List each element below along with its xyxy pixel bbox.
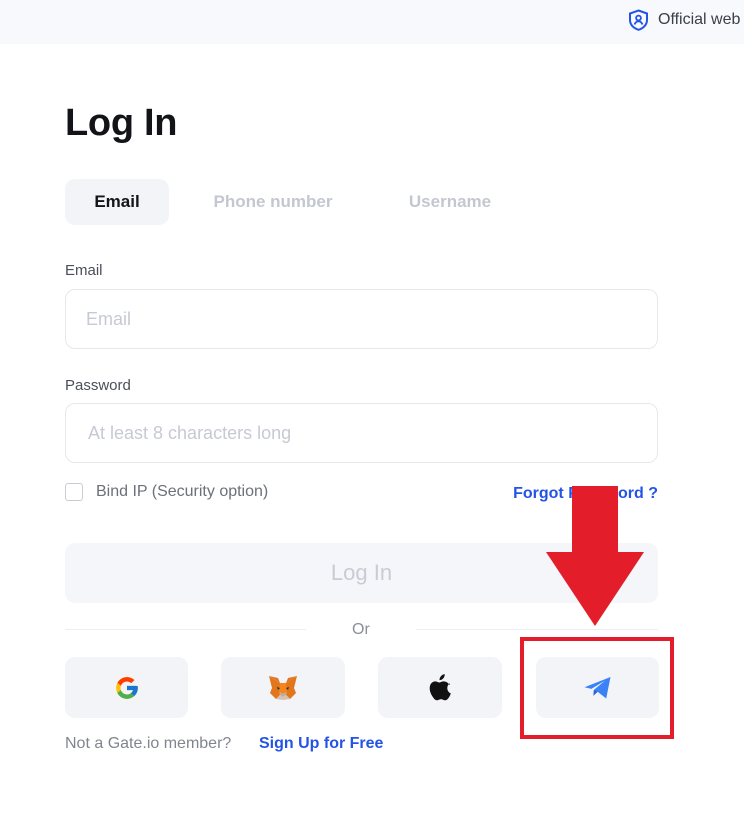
tab-phone-number[interactable]: Phone number bbox=[190, 179, 356, 225]
official-website-text: Official web bbox=[658, 11, 741, 28]
password-input[interactable] bbox=[65, 403, 658, 463]
metamask-fox-icon bbox=[269, 675, 297, 700]
apple-icon bbox=[429, 674, 451, 701]
apple-login-button[interactable] bbox=[378, 657, 502, 718]
email-input[interactable] bbox=[65, 289, 658, 349]
divider-line-right bbox=[416, 629, 658, 630]
bind-ip-label: Bind IP (Security option) bbox=[96, 483, 269, 500]
metamask-login-button[interactable] bbox=[221, 657, 345, 718]
email-label: Email bbox=[65, 262, 103, 279]
annotation-arrow-down-icon bbox=[546, 486, 644, 626]
top-bar: Official web bbox=[0, 0, 744, 44]
signup-link[interactable]: Sign Up for Free bbox=[259, 735, 383, 753]
tab-username[interactable]: Username bbox=[390, 179, 510, 225]
google-login-button[interactable] bbox=[65, 657, 188, 718]
google-icon bbox=[115, 676, 138, 699]
divider-line-left bbox=[65, 629, 306, 630]
bind-ip-checkbox[interactable] bbox=[65, 483, 83, 501]
page-title: Log In bbox=[65, 102, 178, 144]
not-member-text: Not a Gate.io member? bbox=[65, 735, 232, 752]
shield-icon bbox=[629, 9, 648, 31]
bind-ip-option[interactable]: Bind IP (Security option) bbox=[65, 483, 268, 501]
divider-or-text: Or bbox=[352, 621, 370, 638]
tab-email[interactable]: Email bbox=[65, 179, 169, 225]
annotation-highlight-box bbox=[520, 637, 674, 739]
password-label: Password bbox=[65, 377, 131, 394]
official-website-badge[interactable]: Official web bbox=[628, 9, 740, 31]
